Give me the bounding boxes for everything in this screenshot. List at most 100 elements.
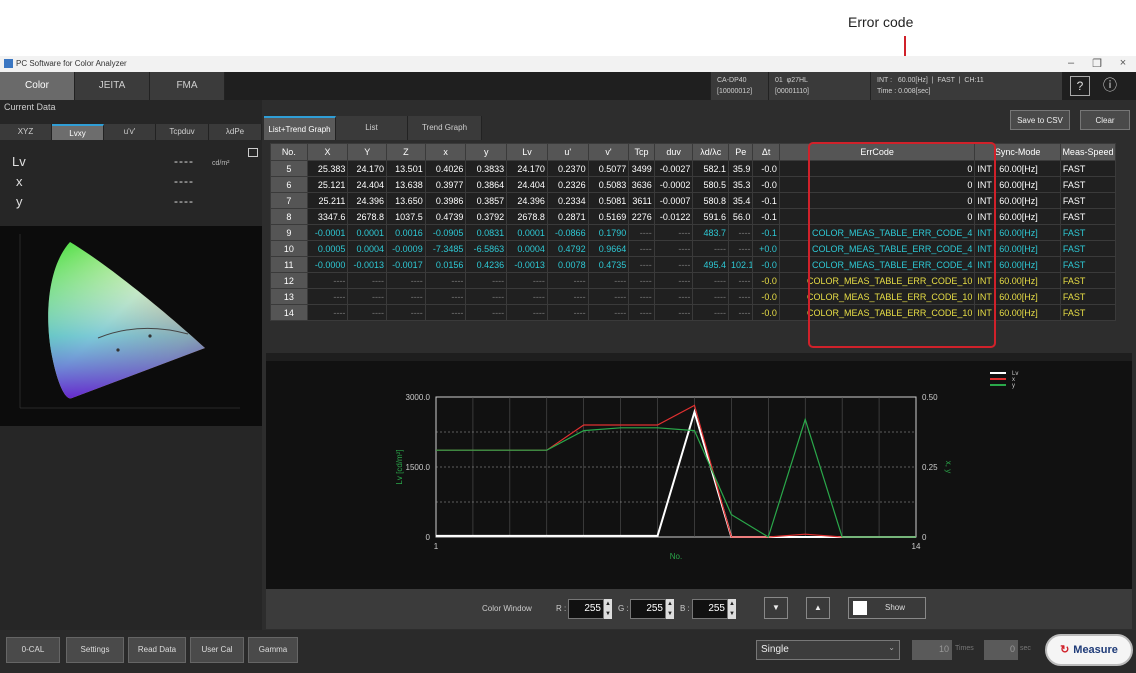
tab-tcpduv[interactable]: Tcpduv [156, 124, 209, 140]
clear-button[interactable]: Clear [1080, 110, 1130, 130]
table-cell: FAST [1059, 256, 1117, 273]
column-header[interactable]: Pe [728, 143, 754, 161]
close-icon[interactable]: × [1116, 57, 1130, 69]
column-header[interactable]: Y [347, 143, 388, 161]
table-cell: 2276 [628, 208, 655, 225]
column-header[interactable]: u' [546, 143, 589, 161]
table-cell: 0.0078 [546, 256, 589, 273]
y-tick-label: 0 [426, 533, 431, 542]
table-cell: -0.0017 [386, 256, 426, 273]
table-cell: ---- [628, 304, 655, 321]
y-value: ---- [174, 194, 194, 208]
column-header[interactable]: Lv [506, 143, 548, 161]
table-cell: 0.3857 [465, 192, 508, 209]
column-header[interactable]: X [306, 143, 349, 161]
table-cell: ---- [506, 288, 548, 305]
show-button[interactable]: Show [848, 597, 926, 619]
info-icon[interactable]: ⓘ [1100, 76, 1120, 96]
series-line-lv [436, 408, 916, 538]
maximize-icon[interactable]: ❐ [1090, 57, 1104, 70]
column-header[interactable]: λd/λc [692, 143, 730, 161]
table-cell: ---- [306, 288, 349, 305]
measure-label: Measure [1073, 644, 1118, 656]
b-input[interactable]: 255 [692, 599, 728, 619]
zero-cal-button[interactable]: 0-CAL [6, 637, 60, 663]
column-header[interactable]: x [424, 143, 467, 161]
sync-status: INT : 60.00[Hz] | FAST | CH:11 Time : 0.… [870, 72, 1062, 100]
chromaticity-diagram [0, 226, 262, 426]
tab-list-trend-graph[interactable]: List+Trend Graph [264, 116, 336, 140]
user-cal-button[interactable]: User Cal [190, 637, 244, 663]
save-to-csv-button[interactable]: Save to CSV [1010, 110, 1070, 130]
r-stepper[interactable]: ▲ ▼ [604, 599, 612, 619]
table-cell: 35.9 [728, 160, 754, 177]
r-input[interactable]: 255 [568, 599, 604, 619]
up-arrow-button[interactable]: ▲ [806, 597, 830, 619]
column-header[interactable]: y [465, 143, 508, 161]
tab-jeita[interactable]: JEITA [75, 72, 150, 100]
g-input[interactable]: 255 [630, 599, 666, 619]
row-number-cell: 6 [270, 176, 308, 193]
column-header[interactable]: Tcp [628, 143, 655, 161]
sec-input[interactable]: 0 [984, 640, 1018, 660]
column-header[interactable]: v' [587, 143, 630, 161]
table-cell: 0.0831 [465, 224, 508, 241]
sec-unit: sec [1020, 645, 1031, 652]
popout-icon[interactable] [248, 148, 258, 157]
table-cell: 25.383 [306, 160, 349, 177]
table-cell: ---- [347, 304, 388, 321]
read-data-button[interactable]: Read Data [128, 637, 186, 663]
series-line-y [436, 417, 916, 538]
lv-unit: cd/m² [212, 160, 230, 167]
app-icon [4, 59, 13, 68]
tab-trend-graph[interactable]: Trend Graph [408, 116, 482, 140]
b-stepper[interactable]: ▲ ▼ [728, 599, 736, 619]
gamma-button[interactable]: Gamma [248, 637, 298, 663]
column-header[interactable]: duv [653, 143, 694, 161]
table-cell: 591.6 [692, 208, 730, 225]
column-header[interactable]: Z [386, 143, 426, 161]
settings-button[interactable]: Settings [66, 637, 124, 663]
table-cell: ---- [653, 256, 694, 273]
g-stepper[interactable]: ▲ ▼ [666, 599, 674, 619]
column-header[interactable]: Δt [752, 143, 780, 161]
table-cell: ---- [628, 256, 655, 273]
measure-mode-select[interactable]: Single ⌄ [756, 640, 900, 660]
tab-ldpe[interactable]: λdPe [209, 124, 262, 140]
tab-color[interactable]: Color [0, 72, 75, 100]
tab-fma[interactable]: FMA [150, 72, 225, 100]
table-cell: 24.404 [506, 176, 548, 193]
table-cell: 24.404 [347, 176, 388, 193]
table-cell: 0.3977 [424, 176, 467, 193]
column-header[interactable]: No. [270, 143, 308, 161]
chevron-down-icon: ⌄ [888, 643, 895, 652]
tab-lvxy[interactable]: Lvxy [52, 124, 104, 140]
table-cell: 3636 [628, 176, 655, 193]
table-cell: 0.4026 [424, 160, 467, 177]
table-cell: -0.0009 [386, 240, 426, 257]
table-cell: ---- [628, 272, 655, 289]
table-cell: ---- [653, 304, 694, 321]
table-cell: -0.0905 [424, 224, 467, 241]
column-header[interactable]: Meas-Speed [1059, 143, 1117, 161]
table-cell: FAST [1059, 208, 1117, 225]
table-cell: ---- [546, 272, 589, 289]
table-cell: ---- [546, 288, 589, 305]
tab-list[interactable]: List [336, 116, 408, 140]
table-cell: FAST [1059, 288, 1117, 305]
down-arrow-button[interactable]: ▼ [764, 597, 788, 619]
table-cell: ---- [506, 304, 548, 321]
x-axis-label: No. [670, 552, 682, 561]
times-input[interactable]: 10 [912, 640, 952, 660]
help-icon[interactable]: ? [1070, 76, 1090, 96]
measure-button[interactable]: ↻ Measure [1045, 634, 1133, 666]
table-cell: 2678.8 [347, 208, 388, 225]
table-cell: FAST [1059, 240, 1117, 257]
table-horizontal-scrollbar[interactable] [266, 353, 1132, 361]
table-cell: ---- [347, 288, 388, 305]
tab-xyz[interactable]: XYZ [0, 124, 52, 140]
tab-uv[interactable]: u'v' [104, 124, 156, 140]
minimize-icon[interactable]: – [1064, 57, 1078, 69]
table-cell: ---- [386, 288, 426, 305]
table-cell: 0.5083 [587, 176, 630, 193]
